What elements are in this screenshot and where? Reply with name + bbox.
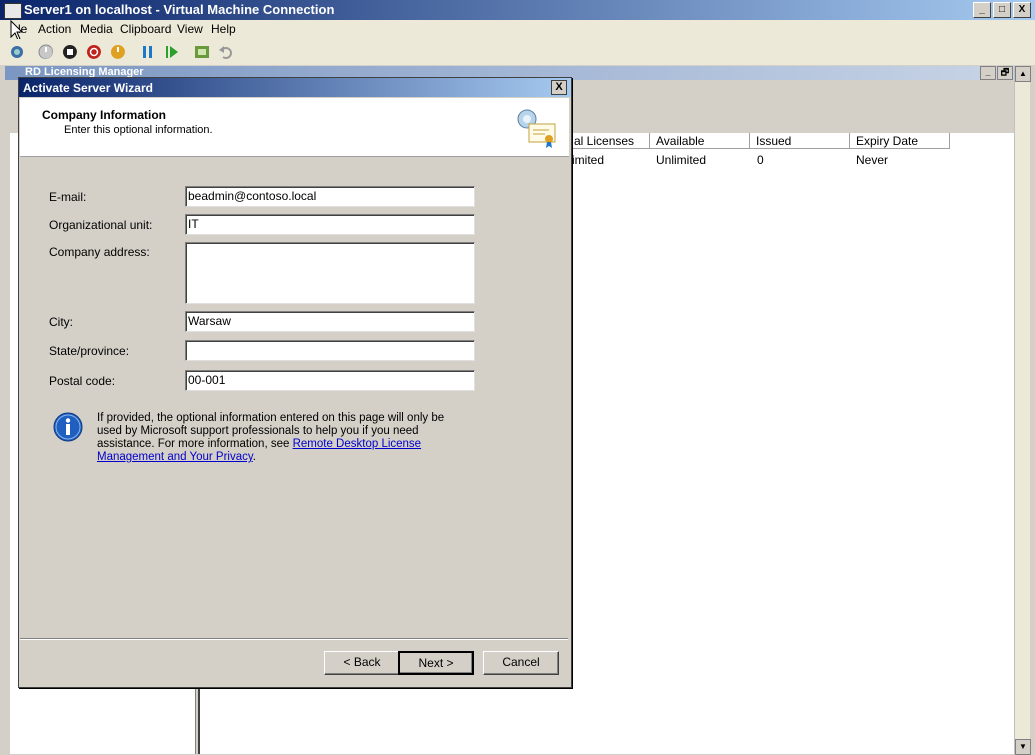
dialog-title: Activate Server Wizard: [23, 81, 153, 95]
postal-code-field[interactable]: 00-001: [185, 370, 475, 391]
vertical-scrollbar[interactable]: ▲ ▼: [1014, 66, 1031, 755]
maximize-button[interactable]: □: [993, 2, 1011, 18]
resume-icon[interactable]: [164, 44, 179, 59]
company-address-label: Company address:: [49, 245, 150, 259]
vm-connection-icon: [4, 3, 22, 19]
dialog-close-button[interactable]: X: [551, 80, 567, 95]
city-label: City:: [49, 315, 73, 329]
shutdown-icon[interactable]: [86, 44, 101, 59]
scroll-up-button[interactable]: ▲: [1015, 66, 1031, 82]
inner-minimize-button[interactable]: _: [980, 66, 996, 80]
menu-action[interactable]: Action: [38, 22, 71, 36]
email-label: E-mail:: [49, 190, 87, 204]
menu-view[interactable]: View: [177, 22, 203, 36]
col-total-licenses[interactable]: al Licenses: [568, 133, 650, 149]
col-issued[interactable]: Issued: [750, 133, 850, 149]
ctrl-alt-del-icon[interactable]: [9, 44, 24, 59]
next-button[interactable]: Next >: [398, 651, 474, 675]
cancel-button[interactable]: Cancel: [483, 651, 559, 675]
vm-window-title: Server1 on localhost - Virtual Machine C…: [24, 2, 335, 17]
save-state-icon[interactable]: [110, 44, 125, 59]
minimize-button[interactable]: _: [973, 2, 991, 18]
certificate-icon: [517, 109, 556, 148]
revert-icon[interactable]: [218, 44, 233, 59]
snapshot-icon[interactable]: [194, 44, 209, 59]
info-icon: [53, 412, 83, 442]
organizational-unit-field[interactable]: IT: [185, 214, 475, 235]
activate-server-wizard-dialog: Activate Server Wizard X Company Informa…: [18, 77, 572, 688]
close-button[interactable]: X: [1013, 2, 1031, 18]
city-field[interactable]: Warsaw: [185, 311, 475, 332]
col-expiry-date[interactable]: Expiry Date: [850, 133, 950, 149]
wizard-header: Company Information Enter this optional …: [20, 98, 569, 157]
dialog-separator: [20, 638, 568, 640]
vm-toolbar: [0, 39, 1035, 66]
state-province-field[interactable]: [185, 340, 475, 361]
cell-expiry-date: Never: [856, 153, 889, 167]
state-province-label: State/province:: [49, 344, 130, 358]
company-address-field[interactable]: [185, 242, 475, 304]
menu-bar: le Action Media Clipboard View Help: [0, 20, 1035, 39]
email-field[interactable]: beadmin@contoso.local: [185, 186, 475, 207]
vm-window-titlebar: Server1 on localhost - Virtual Machine C…: [0, 0, 1035, 20]
turn-off-icon[interactable]: [62, 44, 77, 59]
cell-available: Unlimited: [656, 153, 707, 167]
wizard-page-title: Company Information: [42, 108, 167, 122]
cell-issued: 0: [757, 153, 764, 167]
menu-clipboard[interactable]: Clipboard: [120, 22, 171, 36]
organizational-unit-label: Organizational unit:: [49, 218, 153, 232]
cell-total-licenses: imited: [572, 153, 605, 167]
postal-code-label: Postal code:: [49, 374, 116, 388]
dialog-titlebar: Activate Server Wizard X: [19, 78, 571, 97]
scroll-down-button[interactable]: ▼: [1015, 739, 1031, 755]
back-button[interactable]: < Back: [324, 651, 400, 675]
info-message: If provided, the optional information en…: [97, 412, 467, 464]
wizard-page-subtitle: Enter this optional information.: [64, 124, 213, 136]
menu-help[interactable]: Help: [211, 22, 236, 36]
info-message-end: .: [252, 451, 256, 463]
inner-restore-button[interactable]: 🗗: [997, 66, 1013, 80]
menu-media[interactable]: Media: [80, 22, 113, 36]
start-icon[interactable]: [38, 44, 53, 59]
col-available[interactable]: Available: [650, 133, 750, 149]
pause-icon[interactable]: [140, 44, 155, 59]
